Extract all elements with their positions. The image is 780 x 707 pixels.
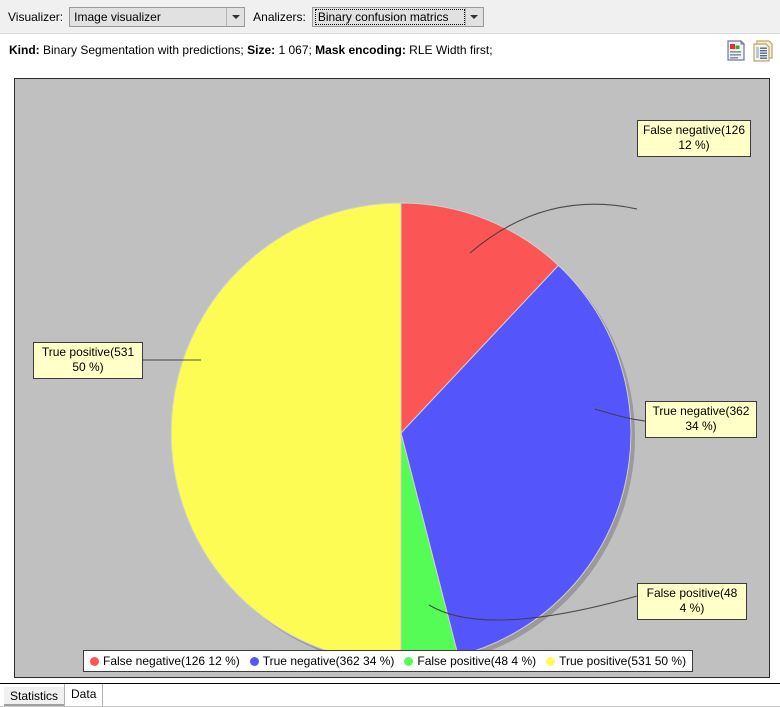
visualizer-select-value: Image visualizer bbox=[74, 9, 161, 24]
report-icon[interactable] bbox=[726, 39, 746, 62]
legend-item[interactable]: True negative(362 34 %) bbox=[249, 654, 395, 668]
info-mask-label: Mask encoding: bbox=[315, 43, 406, 57]
legend-item-label: False negative(126 12 %) bbox=[103, 654, 240, 668]
info-size-value: 1 067; bbox=[275, 43, 316, 57]
analizers-label: Analizers: bbox=[253, 9, 306, 24]
chart-legend: False negative(126 12 %) True negative(3… bbox=[83, 650, 694, 672]
tab-statistics[interactable]: Statistics bbox=[4, 687, 65, 706]
toolbar: Visualizer: Image visualizer Analizers: … bbox=[0, 0, 780, 34]
legend-item[interactable]: False negative(126 12 %) bbox=[90, 654, 240, 668]
legend-swatch-icon bbox=[249, 656, 259, 666]
callout-true-negative: True negative(362 34 %) bbox=[645, 401, 757, 438]
legend-item-label: True negative(362 34 %) bbox=[262, 654, 395, 668]
pie-slices bbox=[170, 202, 632, 664]
callout-false-negative: False negative(126 12 %) bbox=[637, 120, 751, 157]
chart-panel: False negative(126 12 %) True positive(5… bbox=[14, 78, 770, 678]
chevron-down-icon[interactable] bbox=[226, 7, 244, 26]
legend-swatch-icon bbox=[546, 656, 556, 666]
info-kind-label: Kind: bbox=[9, 43, 40, 57]
info-row: Kind: Binary Segmentation with predictio… bbox=[0, 33, 780, 78]
copy-icon[interactable] bbox=[752, 40, 773, 62]
chevron-down-icon[interactable] bbox=[464, 7, 483, 26]
info-kind-value: Binary Segmentation with predictions; bbox=[39, 43, 248, 57]
tab-data[interactable]: Data bbox=[64, 684, 104, 706]
legend-swatch-icon bbox=[404, 656, 414, 666]
visualizer-select[interactable]: Image visualizer bbox=[69, 6, 246, 27]
legend-item[interactable]: True positive(531 50 %) bbox=[546, 654, 686, 668]
dataset-info: Kind: Binary Segmentation with predictio… bbox=[9, 43, 493, 57]
pie-slice-true-positive[interactable] bbox=[170, 202, 402, 664]
legend-item-label: True positive(531 50 %) bbox=[559, 654, 687, 668]
callout-false-positive: False positive(48 4 %) bbox=[637, 583, 747, 620]
info-size-label: Size: bbox=[247, 43, 276, 57]
info-icon-bar bbox=[726, 39, 773, 62]
callout-true-positive: True positive(531 50 %) bbox=[33, 342, 143, 379]
analizers-select[interactable]: Binary confusion matrics bbox=[311, 6, 484, 27]
bottom-tabbar: Statistics Data bbox=[0, 683, 780, 707]
info-mask-value: RLE Width first; bbox=[405, 43, 493, 57]
analizers-select-value: Binary confusion matrics bbox=[314, 8, 465, 25]
legend-item-label: False positive(48 4 %) bbox=[417, 654, 537, 668]
tabstrip: Statistics Data bbox=[4, 684, 104, 706]
legend-item[interactable]: False positive(48 4 %) bbox=[404, 654, 536, 668]
visualizer-label: Visualizer: bbox=[8, 9, 64, 24]
legend-swatch-icon bbox=[90, 656, 99, 666]
